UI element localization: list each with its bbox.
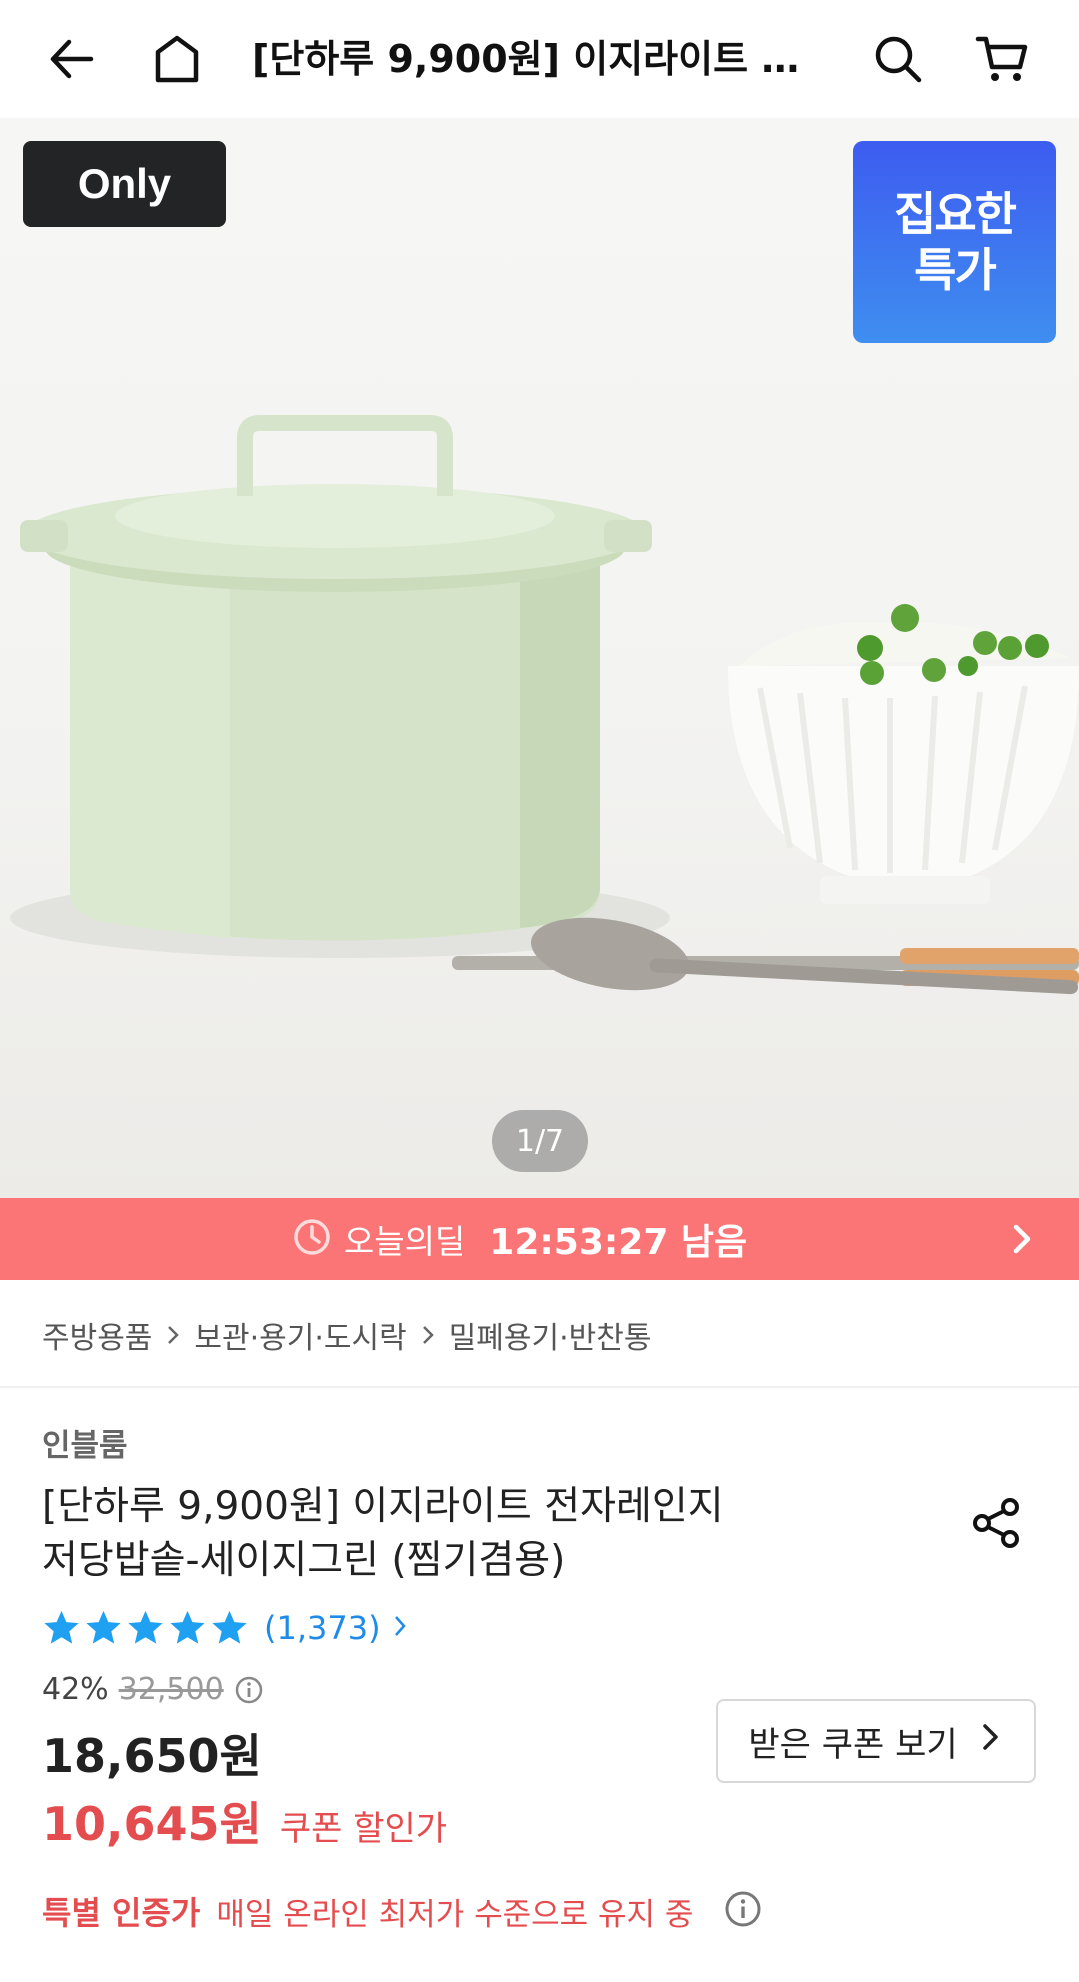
star-icon — [212, 1610, 247, 1644]
star-icon — [44, 1610, 79, 1644]
star-icon — [86, 1610, 121, 1644]
special-deal-badge: 집요한 특가 — [853, 141, 1056, 343]
chevron-right-icon — [417, 1324, 439, 1346]
coupon-price-label: 쿠폰 할인가 — [279, 1809, 448, 1849]
certified-price-row: 특별 인증가 매일 온라인 최저가 수준으로 유지 중 — [42, 1888, 763, 1934]
coupon-price-row: 10,645원 쿠폰 할인가 — [42, 1788, 447, 1854]
product-title-line1: [단하루 9,900원] 이지라이트 전자레인지 — [42, 1484, 724, 1529]
discount-percent: 42% — [42, 1672, 109, 1707]
today-deal-banner[interactable]: 오늘의딜 12:53:27 남음 — [0, 1198, 1079, 1280]
star-icon — [128, 1610, 163, 1644]
info-icon[interactable] — [234, 1675, 264, 1705]
rating-row[interactable]: (1,373) — [42, 1608, 410, 1647]
cart-icon[interactable] — [972, 29, 1032, 89]
chevron-right-icon — [1003, 1220, 1041, 1262]
page-title: [단하루 9,900원] 이지라이트 전자레인지 저당밥솥-세이지그린 (찜기겸… — [252, 37, 832, 81]
brand-name[interactable]: 인블룸 — [42, 1420, 128, 1465]
deal-countdown: 12:53:27 남음 — [489, 1222, 748, 1263]
divider — [0, 1386, 1079, 1388]
breadcrumb-item-container[interactable]: 밀폐용기·반찬통 — [449, 1313, 652, 1357]
certified-price-title: 특별 인증가 — [42, 1894, 201, 1932]
clock-icon — [292, 1217, 332, 1261]
certified-price-desc: 매일 온라인 최저가 수준으로 유지 중 — [216, 1896, 694, 1933]
review-count[interactable]: (1,373) — [264, 1609, 381, 1647]
product-title-line2: 저당밥솥-세이지그린 (찜기겸용) — [42, 1538, 566, 1583]
chevron-right-icon — [390, 1613, 410, 1643]
top-app-bar: [단하루 9,900원] 이지라이트 전자레인지 저당밥솥-세이지그린 (찜기겸… — [0, 0, 1079, 118]
only-badge: Only — [23, 141, 226, 227]
home-icon[interactable] — [147, 29, 207, 89]
special-badge-line1: 집요한 — [894, 187, 1017, 241]
view-coupons-button[interactable]: 받은 쿠폰 보기 — [716, 1699, 1036, 1783]
back-arrow-icon[interactable] — [42, 29, 102, 89]
view-coupons-label: 받은 쿠폰 보기 — [748, 1724, 958, 1765]
chevron-right-icon — [162, 1324, 184, 1346]
image-counter: 1/7 — [492, 1110, 588, 1172]
sale-price: 18,650원 — [42, 1729, 262, 1783]
breadcrumb-item-storage[interactable]: 보관·용기·도시락 — [194, 1313, 406, 1357]
deal-label: 오늘의딜 — [343, 1222, 466, 1261]
original-price: 32,500 — [118, 1672, 224, 1707]
breadcrumb: 주방용품 보관·용기·도시락 밀폐용기·반찬통 — [42, 1310, 651, 1360]
product-detail-page: [단하루 9,900원] 이지라이트 전자레인지 저당밥솥-세이지그린 (찜기겸… — [0, 0, 1079, 1982]
info-icon[interactable] — [723, 1889, 763, 1933]
share-icon[interactable] — [968, 1495, 1024, 1555]
coupon-price: 10,645원 — [42, 1797, 262, 1851]
product-image-carousel[interactable]: Only 집요한 특가 1/7 — [0, 118, 1079, 1198]
special-badge-line2: 특가 — [914, 243, 997, 297]
breadcrumb-item-kitchen[interactable]: 주방용품 — [42, 1313, 152, 1357]
chevron-right-icon — [976, 1721, 1004, 1762]
search-icon[interactable] — [868, 29, 928, 89]
product-title: [단하루 9,900원] 이지라이트 전자레인지 저당밥솥-세이지그린 (찜기겸… — [42, 1480, 822, 1588]
discount-row: 42% 32,500 — [42, 1672, 264, 1707]
star-icon — [170, 1610, 205, 1644]
